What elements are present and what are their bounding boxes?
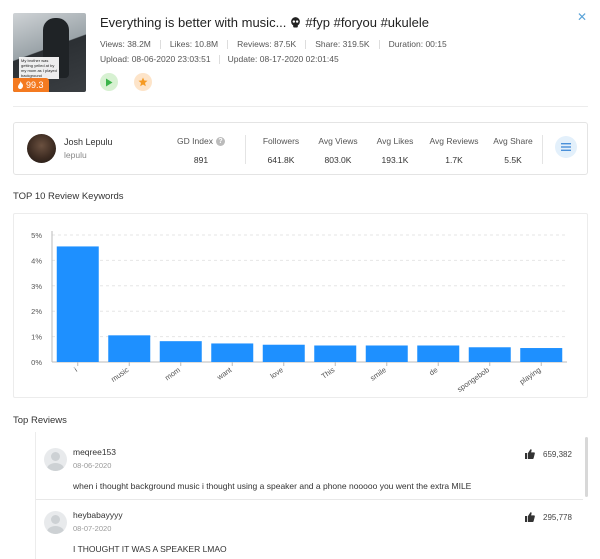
metric-label: GD Index <box>177 136 213 146</box>
review-username[interactable]: meqree153 <box>73 447 116 457</box>
y-tick-label: 5% <box>31 231 42 240</box>
video-hashtags: #fyp #foryou #ukulele <box>305 15 429 30</box>
upload-date: Upload: 08-06-2020 23:03:51 <box>100 54 211 64</box>
menu-button[interactable] <box>555 136 577 158</box>
chart-bar <box>211 343 254 362</box>
close-icon[interactable]: ✕ <box>577 11 589 23</box>
update-date: Update: 08-17-2020 02:01:45 <box>227 54 339 64</box>
x-tick-label: mom <box>163 365 182 382</box>
x-tick-label: love <box>268 365 284 380</box>
y-tick-label: 1% <box>31 333 42 342</box>
score-value: 99.3 <box>26 80 44 90</box>
keywords-section-title: TOP 10 Review Keywords <box>13 191 124 202</box>
x-tick-label: music <box>109 365 130 384</box>
metric-divider <box>542 135 543 164</box>
creator-name[interactable]: Josh Lepulu <box>64 137 113 147</box>
review-item: meqree153 08-06-2020 when i thought back… <box>35 437 583 500</box>
reviews-border <box>35 432 36 559</box>
metric-gd-index: GD Index? 891 <box>166 136 236 165</box>
x-tick-label: smile <box>368 365 388 382</box>
metric-avg-share: Avg Share 5.5K <box>478 136 548 165</box>
chart-bar <box>108 335 151 362</box>
info-icon[interactable]: ? <box>215 136 225 146</box>
reviews-section-title: Top Reviews <box>13 415 67 426</box>
metric-value: 5.5K <box>504 155 522 165</box>
star-icon <box>138 77 148 87</box>
chart-bar <box>365 345 408 362</box>
chart-bar <box>159 341 202 362</box>
thumbs-up-icon[interactable] <box>525 449 535 459</box>
likes-stat: Likes: 10.8M <box>169 39 219 49</box>
creator-handle: lepulu <box>64 150 87 160</box>
skull-icon <box>291 17 301 28</box>
avatar <box>44 511 67 534</box>
list-icon <box>561 143 571 151</box>
x-tick-label: de <box>427 365 439 377</box>
video-stats: Views: 38.2M Likes: 10.8M Reviews: 87.5K… <box>100 39 447 49</box>
flame-icon <box>18 81 24 89</box>
metric-label: Avg Share <box>493 136 533 146</box>
share-stat: Share: 319.5K <box>315 39 370 49</box>
review-like-count: 659,382 <box>543 450 572 459</box>
reviews-list: meqree153 08-06-2020 when i thought back… <box>35 437 583 559</box>
video-dates: Upload: 08-06-2020 23:03:51 Update: 08-1… <box>100 54 339 64</box>
duration-stat: Duration: 00:15 <box>388 39 447 49</box>
x-tick-label: spongebob <box>455 365 491 394</box>
avatar[interactable] <box>27 134 56 163</box>
y-tick-label: 0% <box>31 358 42 367</box>
reviews-scrollbar[interactable] <box>585 437 588 497</box>
review-text: I THOUGHT IT WAS A SPEAKER LMAO <box>73 544 227 554</box>
keywords-bar-chart: 0% 1% 2% 3% 4% 5% i music mom want love This smile de… <box>31 231 567 394</box>
review-username[interactable]: heybabayyyy <box>73 510 123 520</box>
video-title-text: Everything is better with music... <box>100 15 287 30</box>
keywords-chart: 0% 1% 2% 3% 4% 5% i music mom want love This smile de… <box>13 213 588 398</box>
avatar <box>44 448 67 471</box>
header-divider <box>13 106 588 107</box>
chart-bar <box>468 347 511 362</box>
play-icon <box>106 78 113 86</box>
review-text: when i thought background music i though… <box>73 481 472 491</box>
chart-bar <box>56 246 99 362</box>
y-tick-label: 3% <box>31 282 42 291</box>
metric-value: 891 <box>193 155 209 165</box>
review-date: 08-07-2020 <box>73 524 112 533</box>
review-like-count: 295,778 <box>543 513 572 522</box>
video-thumbnail[interactable]: My brother was getting yelled at by my m… <box>13 13 86 92</box>
chart-bar <box>262 344 305 362</box>
chart-bar <box>314 345 357 362</box>
creator-card: Josh Lepulu lepulu GD Index? 891 Followe… <box>13 122 588 175</box>
review-item: heybabayyyy 08-07-2020 I THOUGHT IT WAS … <box>35 500 583 559</box>
views-stat: Views: 38.2M <box>100 39 151 49</box>
reviews-stat: Reviews: 87.5K <box>237 39 297 49</box>
x-tick-label: playing <box>518 365 543 386</box>
play-button[interactable] <box>100 73 118 91</box>
thumbnail-caption: My brother was getting yelled at by my m… <box>19 57 59 79</box>
y-tick-label: 2% <box>31 307 42 316</box>
x-tick-label: This <box>320 365 337 381</box>
y-tick-label: 4% <box>31 256 42 265</box>
thumbs-up-icon[interactable] <box>525 512 535 522</box>
x-tick-label: want <box>214 365 234 383</box>
score-badge: 99.3 <box>13 78 49 92</box>
chart-bar <box>520 348 563 362</box>
favorite-button[interactable] <box>134 73 152 91</box>
chart-bar <box>417 345 460 362</box>
review-date: 08-06-2020 <box>73 461 112 470</box>
video-title: Everything is better with music... #fyp … <box>100 15 429 30</box>
x-tick-label: i <box>72 365 79 374</box>
